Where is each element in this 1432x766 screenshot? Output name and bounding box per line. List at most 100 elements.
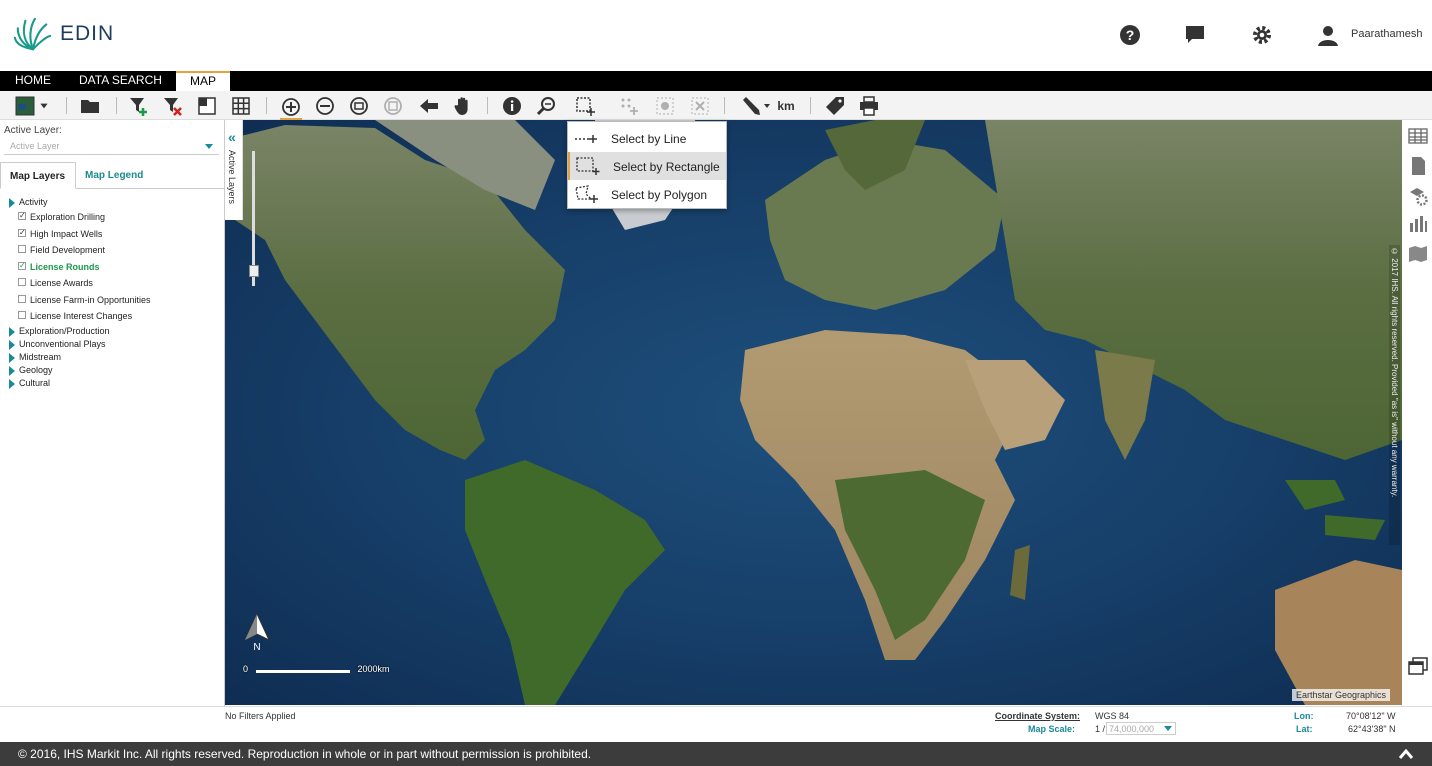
user-name[interactable]: Paarathamesh xyxy=(1351,28,1423,40)
layer-item-license-farm-in[interactable]: License Farm-in Opportunities xyxy=(0,292,225,309)
grid-button[interactable] xyxy=(230,95,252,117)
expand-arrow-icon[interactable] xyxy=(9,365,15,376)
expand-arrow-icon[interactable] xyxy=(9,326,15,337)
layer-label: License Awards xyxy=(30,278,93,288)
tree-group-unconventional-plays[interactable]: Unconventional Plays xyxy=(0,338,225,351)
full-extent-icon xyxy=(350,97,368,115)
tab-map-legend[interactable]: Map Legend xyxy=(76,162,152,189)
layer-checkbox[interactable] xyxy=(18,311,26,319)
layer-item-high-impact-wells[interactable]: ✓ High Impact Wells xyxy=(0,226,225,243)
print-button[interactable] xyxy=(858,95,880,117)
add-to-selection-button[interactable] xyxy=(618,95,640,117)
filters-status: No Filters Applied xyxy=(225,711,296,721)
layer-checkbox[interactable]: ✓ xyxy=(18,212,26,220)
expand-arrow-icon[interactable] xyxy=(9,352,15,363)
layer-checkbox[interactable]: ✓ xyxy=(18,228,26,237)
menu-select-by-rectangle[interactable]: Select by Rectangle xyxy=(568,152,726,180)
active-layers-tab[interactable]: Active Layers xyxy=(227,150,237,204)
map-layers-icon[interactable] xyxy=(1408,244,1428,264)
layer-checkbox[interactable] xyxy=(18,278,26,286)
table-icon[interactable] xyxy=(1408,126,1428,146)
document-icon[interactable] xyxy=(1408,156,1428,176)
clear-selection-button[interactable] xyxy=(689,95,711,117)
layer-item-field-development[interactable]: Field Development xyxy=(0,242,225,259)
app-header: EDIN ? Paarathamesh xyxy=(0,0,1432,71)
select-tool-button[interactable] xyxy=(574,95,596,117)
collapse-panel-icon[interactable]: « xyxy=(228,129,236,145)
layer-label: Field Development xyxy=(30,245,106,255)
select-tool-menu: Select by Line Select by Rectangle Selec… xyxy=(567,121,727,209)
menu-select-by-line[interactable]: Select by Line xyxy=(568,124,726,152)
toggle-overlay-button[interactable] xyxy=(196,95,218,117)
remove-filter-button[interactable] xyxy=(162,95,184,117)
edin-logo-icon[interactable] xyxy=(14,15,52,53)
back-button[interactable] xyxy=(418,95,440,117)
nav-tab-data-search[interactable]: DATA SEARCH xyxy=(65,71,176,91)
tree-group-label: Activity xyxy=(19,197,48,207)
footer-copyright: © 2016, IHS Markit Inc. All rights reser… xyxy=(18,747,592,761)
nav-tab-map[interactable]: MAP xyxy=(176,71,231,91)
layer-checkbox[interactable]: ✓ xyxy=(18,261,26,270)
scale-bar: 0 2000km xyxy=(243,664,390,674)
expand-arrow-icon[interactable] xyxy=(9,378,15,389)
active-layers-strip[interactable]: « Active Layers xyxy=(225,120,243,220)
menu-select-by-polygon[interactable]: Select by Polygon xyxy=(568,180,726,208)
pan-button[interactable] xyxy=(452,95,474,117)
layer-item-license-rounds[interactable]: ✓ License Rounds xyxy=(0,259,225,276)
tag-button[interactable] xyxy=(824,95,846,117)
tree-group-label: Exploration/Production xyxy=(19,325,110,336)
map-copyright-notice: © 2017 IHS. All rights reserved. Provide… xyxy=(1389,245,1400,545)
coordinate-system-label[interactable]: Coordinate System: xyxy=(995,711,1080,721)
tree-group-midstream[interactable]: Midstream xyxy=(0,351,225,364)
basemap-button[interactable] xyxy=(13,95,37,117)
basemap-dropdown-button[interactable] xyxy=(38,95,50,117)
toolbar-separator xyxy=(487,97,488,114)
chevron-up-icon[interactable] xyxy=(1398,747,1414,761)
measure-dropdown-button[interactable] xyxy=(762,95,772,117)
status-bar: No Filters Applied Coordinate System: WG… xyxy=(0,706,1432,742)
tree-group-cultural[interactable]: Cultural xyxy=(0,377,225,390)
layer-checkbox[interactable] xyxy=(18,294,26,303)
layer-settings-icon[interactable] xyxy=(1408,186,1428,206)
zoom-to-selection-button[interactable] xyxy=(654,95,676,117)
expand-arrow-icon[interactable] xyxy=(9,198,15,208)
zoom-slider-thumb[interactable] xyxy=(249,265,259,277)
zoom-slider[interactable] xyxy=(249,145,259,295)
tree-group-exploration-production[interactable]: Exploration/Production xyxy=(0,325,225,338)
map-canvas[interactable]: © 2017 IHS. All rights reserved. Provide… xyxy=(225,120,1402,705)
printer-icon xyxy=(860,96,878,116)
layer-item-license-interest-changes[interactable]: License Interest Changes xyxy=(0,308,225,325)
latitude-value: 62°43'38" N xyxy=(1348,724,1396,734)
layer-item-license-awards[interactable]: License Awards xyxy=(0,275,225,292)
layer-checkbox[interactable] xyxy=(18,245,26,253)
zoom-out-button[interactable] xyxy=(314,95,336,117)
nav-tab-home[interactable]: HOME xyxy=(1,71,65,91)
footer: © 2016, IHS Markit Inc. All rights reser… xyxy=(0,742,1432,766)
app-logo-text: EDIN xyxy=(60,22,115,45)
measure-unit-button[interactable]: km xyxy=(774,95,798,117)
identify-button[interactable] xyxy=(501,95,523,117)
layer-item-exploration-drilling[interactable]: ✓ Exploration Drilling xyxy=(0,209,225,226)
map-scale-select[interactable]: 74,000,000 xyxy=(1106,722,1176,735)
open-folder-button[interactable] xyxy=(79,95,101,117)
user-avatar-icon[interactable] xyxy=(1317,24,1339,46)
tree-group-activity[interactable]: Activity xyxy=(0,196,225,209)
zoom-in-button[interactable] xyxy=(280,95,302,121)
tree-group-label: Cultural xyxy=(19,377,51,388)
select-line-icon xyxy=(575,135,597,143)
window-restore-icon[interactable] xyxy=(1408,656,1428,676)
measure-button[interactable] xyxy=(740,95,762,117)
zoom-previous-button[interactable] xyxy=(382,95,404,117)
expand-arrow-icon[interactable] xyxy=(9,339,15,350)
chat-icon[interactable] xyxy=(1184,24,1206,46)
active-layer-select[interactable]: Active Layer xyxy=(4,137,219,155)
tree-group-geology[interactable]: Geology xyxy=(0,364,225,377)
tab-map-layers[interactable]: Map Layers xyxy=(0,162,76,189)
longitude-label: Lon: xyxy=(1294,711,1314,721)
settings-gear-icon[interactable] xyxy=(1251,24,1273,46)
add-filter-button[interactable] xyxy=(128,95,150,117)
zoom-full-extent-button[interactable] xyxy=(348,95,370,117)
search-map-button[interactable] xyxy=(536,95,558,117)
help-icon[interactable]: ? xyxy=(1119,24,1141,46)
bar-chart-icon[interactable] xyxy=(1408,214,1428,234)
